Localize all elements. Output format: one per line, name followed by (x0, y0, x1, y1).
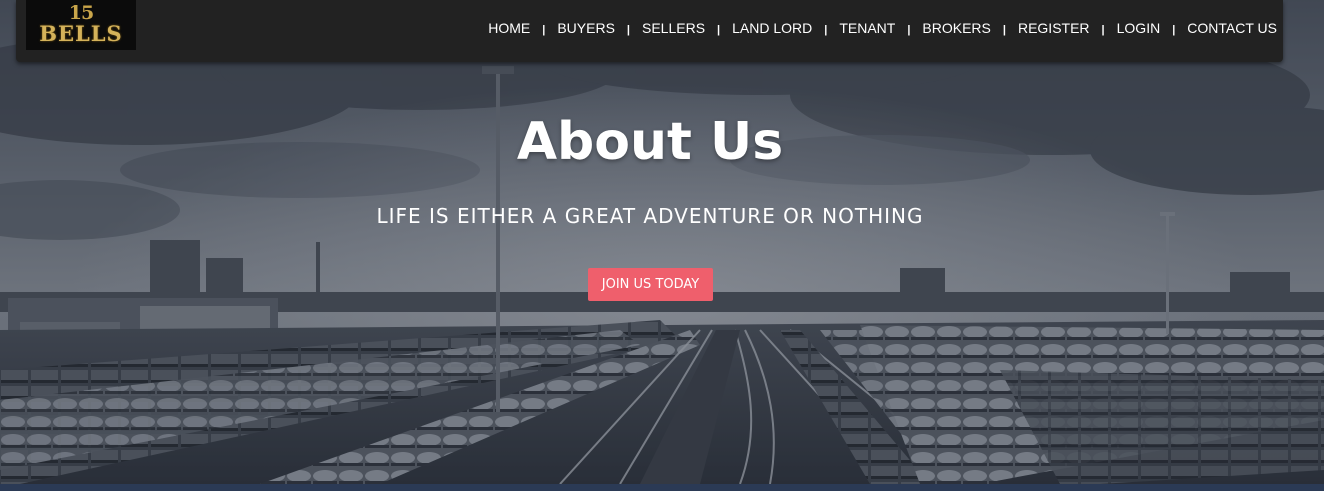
nav-separator: | (1172, 24, 1176, 36)
section-divider (0, 484, 1324, 491)
nav-separator: | (824, 24, 828, 36)
nav-buyers[interactable]: BUYERS (557, 20, 615, 36)
join-us-button[interactable]: JOIN US TODAY (588, 268, 713, 301)
hero-subtitle: LIFE IS EITHER A GREAT ADVENTURE OR NOTH… (376, 204, 924, 228)
page: 15 BELLS HOME | BUYERS | SELLERS | LAND … (0, 0, 1324, 491)
page-title: About Us (516, 112, 784, 172)
nav-land-lord[interactable]: LAND LORD (732, 20, 812, 36)
nav-separator: | (1002, 24, 1006, 36)
nav-separator: | (626, 24, 630, 36)
nav-separator: | (717, 24, 721, 36)
nav-tenant[interactable]: TENANT (839, 20, 895, 36)
nav-register[interactable]: REGISTER (1018, 20, 1090, 36)
nav-sellers[interactable]: SELLERS (642, 20, 705, 36)
nav-brokers[interactable]: BROKERS (922, 20, 990, 36)
nav-separator: | (907, 24, 911, 36)
nav-separator: | (1101, 24, 1105, 36)
nav-contact-us[interactable]: CONTACT US (1187, 20, 1277, 36)
brand-logo[interactable]: 15 BELLS (26, 0, 136, 50)
logo-wordmark: BELLS (39, 21, 123, 46)
nav-home[interactable]: HOME (488, 20, 530, 36)
navbar: 15 BELLS HOME | BUYERS | SELLERS | LAND … (16, 0, 1283, 62)
nav-login[interactable]: LOGIN (1117, 20, 1161, 36)
hero-overlay (0, 0, 1324, 484)
nav-menu: HOME | BUYERS | SELLERS | LAND LORD | TE… (488, 20, 1277, 38)
nav-separator: | (542, 24, 546, 36)
